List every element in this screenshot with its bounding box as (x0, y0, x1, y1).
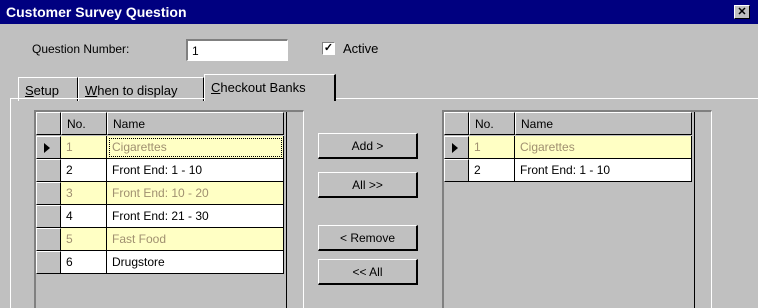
current-row-arrow-icon (452, 143, 458, 153)
indicator-header (36, 112, 61, 135)
add-button[interactable]: Add > (318, 133, 418, 159)
column-name-header[interactable]: Name (107, 112, 284, 135)
survey-question-window: Customer Survey Question ✕ Question Numb… (0, 0, 758, 308)
close-icon[interactable]: ✕ (734, 5, 750, 19)
row-no: 1 (61, 136, 107, 159)
row-indicator[interactable] (36, 228, 61, 251)
add-all-button[interactable]: All >> (318, 172, 418, 198)
check-icon: ✓ (323, 42, 334, 54)
row-name: Front End: 10 - 20 (107, 182, 284, 205)
selected-banks-grid[interactable]: No. Name 1 Cigarettes 2 Front End: 1 - 1… (442, 110, 712, 308)
row-name: Front End: 1 - 10 (515, 159, 692, 182)
row-name: Cigarettes (107, 136, 284, 159)
row-no: 2 (61, 159, 107, 182)
tab-when-accel: W (85, 83, 98, 98)
column-no-header[interactable]: No. (469, 112, 515, 135)
question-number-input[interactable]: 1 (186, 39, 288, 61)
available-banks-grid[interactable]: No. Name 1 Cigarettes 2 Front End: 1 - 1… (34, 110, 304, 308)
tab-checkout-accel: C (211, 80, 221, 95)
tab-when-label: hen to display (97, 83, 178, 98)
row-name: Front End: 1 - 10 (107, 159, 284, 182)
question-number-label: Question Number: (32, 42, 130, 56)
row-no: 6 (61, 251, 107, 274)
question-number-value: 1 (192, 44, 199, 58)
indicator-header (444, 112, 469, 135)
grid-scrollbar[interactable] (694, 112, 710, 308)
active-label: Active (343, 41, 379, 56)
current-row-arrow-icon (44, 143, 50, 153)
grid-scrollbar[interactable] (286, 112, 302, 308)
remove-all-button[interactable]: << All (318, 259, 418, 285)
active-checkbox[interactable]: ✓ (322, 42, 335, 55)
row-no: 2 (469, 159, 515, 182)
window-title: Customer Survey Question (6, 4, 187, 20)
row-name: Drugstore (107, 251, 284, 274)
row-no: 1 (469, 136, 515, 159)
column-no-header[interactable]: No. (61, 112, 107, 135)
row-no: 3 (61, 182, 107, 205)
row-name: Cigarettes (515, 136, 692, 159)
tab-checkout-banks[interactable]: Checkout Banks (204, 74, 336, 101)
row-name: Front End: 21 - 30 (107, 205, 284, 228)
row-indicator[interactable] (444, 159, 469, 182)
row-indicator[interactable] (36, 251, 61, 274)
row-no: 5 (61, 228, 107, 251)
remove-button[interactable]: < Remove (318, 225, 418, 251)
tab-setup-label: etup (33, 83, 59, 98)
row-indicator[interactable] (36, 182, 61, 205)
column-name-header[interactable]: Name (515, 112, 692, 135)
tab-setup-accel: S (25, 83, 34, 98)
title-bar: Customer Survey Question ✕ (0, 0, 758, 24)
row-name: Fast Food (107, 228, 284, 251)
row-indicator[interactable] (36, 205, 61, 228)
row-indicator[interactable] (36, 159, 61, 182)
tab-checkout-label: heckout Banks (220, 80, 306, 95)
row-indicator[interactable] (36, 136, 61, 159)
row-no: 4 (61, 205, 107, 228)
row-indicator[interactable] (444, 136, 469, 159)
